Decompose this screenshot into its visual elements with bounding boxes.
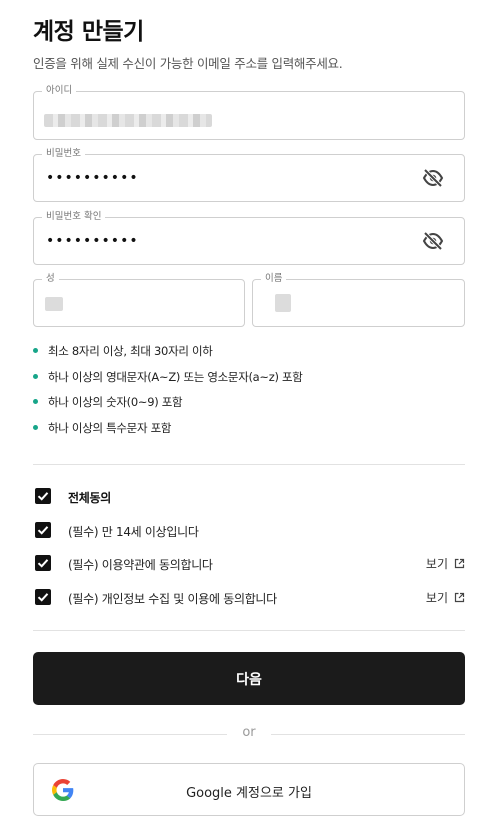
check-icon [37, 559, 49, 568]
google-signup-button[interactable]: Google 계정으로 가입 [33, 763, 465, 816]
agree-all-row[interactable]: 전체동의 [33, 486, 465, 508]
password-rule-text: 하나 이상의 특수문자 포함 [48, 420, 172, 435]
or-separator: or [33, 725, 465, 742]
id-field[interactable]: 아이디 [33, 85, 465, 140]
first-name-field-value [275, 294, 291, 312]
agree-privacy-checkbox[interactable] [35, 589, 51, 605]
external-link-icon [454, 592, 465, 603]
last-name-field-label: 성 [42, 273, 59, 285]
page-title: 계정 만들기 [33, 19, 144, 45]
view-privacy-link[interactable]: 보기 [426, 589, 465, 606]
agree-terms-checkbox[interactable] [35, 555, 51, 571]
agree-terms-label: (필수) 이용약관에 동의합니다 [68, 558, 213, 572]
agree-terms-row[interactable]: (필수) 이용약관에 동의합니다 보기 [33, 553, 465, 575]
password-rule: 하나 이상의 특수문자 포함 [33, 420, 303, 446]
password-rule-text: 하나 이상의 숫자(0~9) 포함 [48, 395, 183, 409]
agree-privacy-row[interactable]: (필수) 개인정보 수집 및 이용에 동의합니다 보기 [33, 587, 465, 609]
password-rule: 하나 이상의 숫자(0~9) 포함 [33, 394, 303, 420]
first-name-field[interactable]: 이름 [252, 273, 465, 327]
password-rule-text: 최소 8자리 이상, 최대 30자리 이하 [48, 344, 213, 358]
view-privacy-link-label: 보기 [425, 591, 448, 605]
or-line-right [271, 734, 465, 735]
eye-off-icon[interactable] [422, 168, 446, 188]
check-icon [37, 593, 49, 602]
bullet-dot-icon [33, 399, 38, 404]
check-icon [37, 492, 49, 501]
password-rule: 최소 8자리 이상, 최대 30자리 이하 [33, 343, 303, 369]
password-rule: 하나 이상의 영대문자(A~Z) 또는 영소문자(a~z) 포함 [33, 369, 303, 395]
bullet-dot-icon [33, 348, 38, 353]
divider [33, 464, 465, 465]
id-field-value [44, 114, 212, 127]
password-confirm-field-value: •••••••••• [46, 233, 139, 249]
last-name-field[interactable]: 성 [33, 273, 245, 327]
view-terms-link[interactable]: 보기 [426, 555, 465, 572]
external-link-icon [454, 558, 465, 569]
or-text: or [242, 725, 256, 740]
id-field-label: 아이디 [42, 85, 77, 97]
password-field-value: •••••••••• [46, 170, 139, 186]
agree-age-label: (필수) 만 14세 이상입니다 [68, 525, 199, 539]
agree-all-checkbox[interactable] [35, 488, 51, 504]
password-rule-text: 하나 이상의 영대문자(A~Z) 또는 영소문자(a~z) 포함 [48, 369, 303, 384]
agree-all-label: 전체동의 [68, 491, 111, 505]
view-terms-link-label: 보기 [425, 557, 448, 571]
password-rules: 최소 8자리 이상, 최대 30자리 이하 하나 이상의 영대문자(A~Z) 또… [33, 343, 303, 445]
last-name-field-value [45, 297, 63, 311]
next-button[interactable]: 다음 [33, 652, 465, 705]
bullet-dot-icon [33, 424, 38, 430]
google-signup-label: Google 계정으로 가입 [186, 786, 312, 801]
check-icon [37, 526, 49, 535]
password-field[interactable]: 비밀번호 •••••••••• [33, 148, 465, 202]
bullet-dot-icon [33, 373, 38, 379]
password-confirm-field-label: 비밀번호 확인 [42, 211, 106, 223]
agree-age-checkbox[interactable] [35, 522, 51, 538]
agree-privacy-label: (필수) 개인정보 수집 및 이용에 동의합니다 [68, 592, 277, 606]
agree-age-row[interactable]: (필수) 만 14세 이상입니다 [33, 520, 465, 542]
password-confirm-field[interactable]: 비밀번호 확인 •••••••••• [33, 211, 465, 265]
eye-off-icon[interactable] [422, 231, 446, 251]
first-name-field-label: 이름 [261, 273, 287, 285]
password-field-label: 비밀번호 [42, 148, 85, 160]
divider [33, 630, 465, 631]
page-subtitle: 인증을 위해 실제 수신이 가능한 이메일 주소를 입력해주세요. [33, 56, 343, 71]
